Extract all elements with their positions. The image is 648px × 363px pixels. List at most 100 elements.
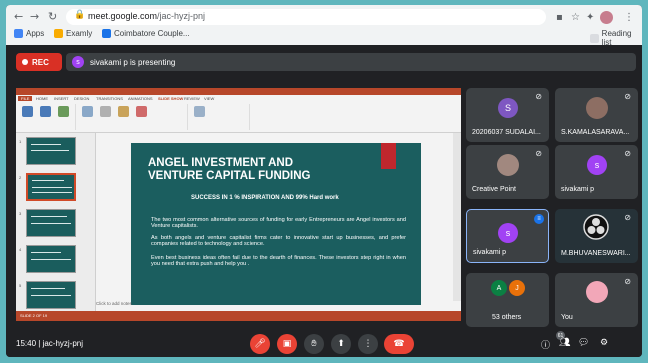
present-online-icon[interactable] [58,106,69,117]
thumb-line [32,187,72,188]
slide-title: ANGEL INVESTMENT AND VENTURE CAPITAL FUN… [148,157,311,183]
monitor-icon[interactable] [194,106,205,117]
thumb-line [31,259,71,260]
participant-name: M.BHUVANESWARI... [561,250,631,257]
mic-off-icon: ⊘ [624,213,631,222]
slide-thumbnail[interactable] [26,209,76,237]
others-count: 53 others [492,314,522,321]
menu-icon[interactable]: ⋮ [624,12,634,24]
participant-photo [586,97,608,119]
participant-name: 20206037 SUDALAI... [472,129,541,136]
slide-thumbnail[interactable] [26,281,76,309]
tab-review[interactable]: REVIEW [184,96,200,101]
chat-icon[interactable]: 💬︎ [578,338,589,348]
tab-insert[interactable]: INSERT [54,96,69,101]
activities-icon[interactable]: ⚙ [600,338,608,348]
slide-number: 5 [19,283,22,288]
camera-toggle-button[interactable]: ▣ [277,334,297,354]
coimbatore-icon [102,29,111,38]
rehearse-icon[interactable] [118,106,129,117]
tab-animations[interactable]: ANIMATIONS [128,96,153,101]
tab-view[interactable]: VIEW [204,96,214,101]
participant-photo [497,154,519,176]
hide-slide-icon[interactable] [100,106,111,117]
presenter-avatar: s [72,56,84,68]
thumb-line [31,295,71,296]
tab-home[interactable]: HOME [36,96,48,101]
slide-canvas[interactable]: ANGEL INVESTMENT AND VENTURE CAPITAL FUN… [131,143,421,305]
meet-app: REC s sivakami p is presenting FILE HOME… [6,45,642,357]
slide-thumbnails: 1 2 3 4 5 [16,133,96,311]
slide-number: 2 [19,175,22,180]
slide-thumbnail[interactable] [26,137,76,165]
participant-tile[interactable]: s ⊘ sivakami p [555,145,638,199]
ribbon-group-setup [78,104,188,130]
profile-avatar[interactable] [600,11,613,24]
slide-paragraph-3: Even best business ideas often fail due … [151,255,406,268]
others-tile[interactable]: A J 53 others [466,273,549,327]
bookmark-apps[interactable]: Apps [14,29,44,38]
participant-avatar: s [587,155,607,175]
thumb-line [31,144,61,145]
lock-icon: 🔒 [74,10,86,20]
more-options-button[interactable]: ⋮ [358,334,378,354]
slide-number: 4 [19,247,22,252]
extensions-icon[interactable]: ✦ [586,12,594,24]
tab-slide-show[interactable]: SLIDE SHOW [158,96,183,101]
participant-name: You [561,314,573,321]
star-icon[interactable]: ☆ [571,12,580,24]
notes-placeholder[interactable]: Click to add notes [96,301,132,306]
address-bar[interactable]: 🔒 meet.google.com/jac-hyzj-pnj [66,9,546,25]
participant-photo [586,281,608,303]
setup-show-icon[interactable] [82,106,93,117]
bookmark-coimbatore[interactable]: Coimbatore Couple... [102,29,190,38]
people-icon[interactable]: 👥︎ [559,338,570,348]
reload-icon[interactable]: ↻ [48,10,57,24]
slide-subtitle: SUCCESS IN 1 % INSPIRATION AND 99% Hard … [191,195,339,201]
speaking-indicator-icon: ≡ [534,214,544,224]
slide-thumbnail-selected[interactable] [26,173,76,201]
browser-chrome: ← → ↻ 🔒 meet.google.com/jac-hyzj-pnj ▪ ☆… [6,5,642,47]
slide-accent-bar [381,143,396,169]
participant-tile-active[interactable]: s ≡ sivakami p [466,209,549,263]
participant-tile[interactable]: S ⊘ 20206037 SUDALAI... [466,88,549,142]
bookmark-examly[interactable]: Examly [54,29,92,38]
tab-design[interactable]: DESIGN [74,96,89,101]
camera-indicator-icon[interactable]: ▪ [556,12,563,24]
thumb-line [32,180,64,181]
reading-list-icon [590,33,599,43]
slide-paragraph-2: As both angels and venture capitalist fi… [151,235,406,248]
recording-indicator[interactable]: REC [16,53,62,71]
meeting-info: 15:40 | jac-hyzj-pnj [16,339,84,348]
mic-off-icon: ⊘ [624,149,631,158]
mic-off-icon: ⊘ [624,92,631,101]
tab-file[interactable]: FILE [18,96,33,101]
from-beginning-icon[interactable] [22,106,33,117]
slide-thumbnail[interactable] [26,245,76,273]
leave-call-button[interactable]: ☎︎ [384,334,414,354]
thumb-line [31,288,65,289]
participant-tile[interactable]: ⊘ Creative Point [466,145,549,199]
record-show-icon[interactable] [136,106,147,117]
slide-title-line-1: ANGEL INVESTMENT AND [148,157,294,169]
raise-hand-button[interactable]: ✋︎ [304,334,324,354]
slide-count-status: SLIDE 2 OF 19 [20,313,48,318]
meeting-details-icon[interactable]: ⓘ [541,338,550,351]
self-tile[interactable]: ⊘ You [555,273,638,327]
from-current-icon[interactable] [40,106,51,117]
mic-toggle-button[interactable]: 🎤︎ [250,334,270,354]
screenshot-frame: ← → ↻ 🔒 meet.google.com/jac-hyzj-pnj ▪ ☆… [6,5,642,357]
tab-transitions[interactable]: TRANSITIONS [96,96,123,101]
participant-tile[interactable]: ⊘ M.BHUVANESWARI... [555,209,638,263]
present-button[interactable]: ⬆ [331,334,351,354]
slide-paragraph-1: The two most common alternative sources … [151,217,406,230]
powerpoint-titlebar [16,88,461,95]
mic-off-icon: ⊘ [535,92,542,101]
bookmark-label: Coimbatore Couple... [114,29,190,38]
forward-icon[interactable]: → [30,10,39,24]
obs-logo-icon [583,214,609,240]
back-icon[interactable]: ← [14,10,23,24]
participant-avatar: S [498,98,518,118]
slide-scrollbar[interactable] [453,133,461,301]
participant-tile[interactable]: ⊘ S.KAMALASARAVA... [555,88,638,142]
